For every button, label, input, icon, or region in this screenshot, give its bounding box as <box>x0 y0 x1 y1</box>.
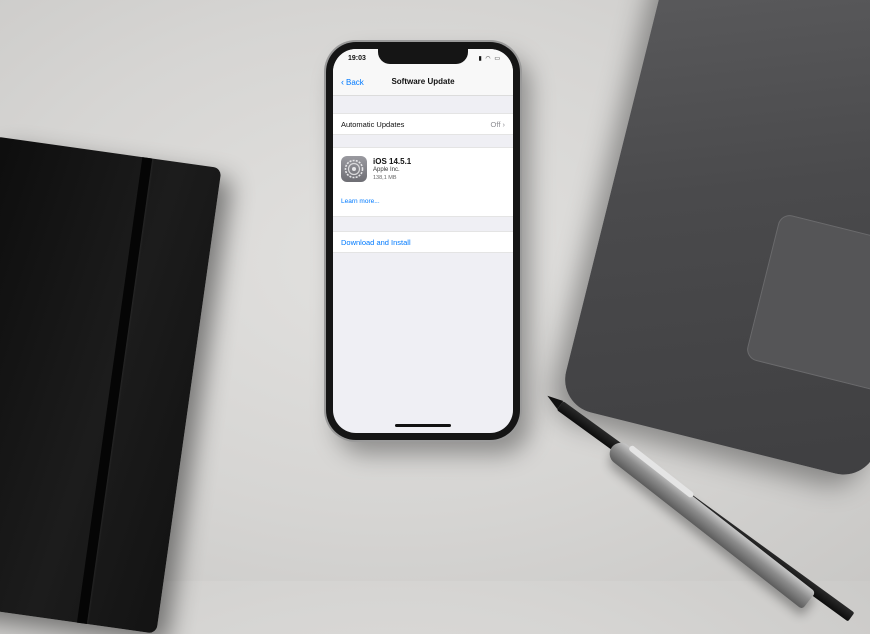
home-indicator[interactable] <box>395 424 451 427</box>
nav-bar: ‹ Back Software Update <box>333 71 513 96</box>
download-and-install-button[interactable]: Download and Install <box>333 231 513 253</box>
phone-notch <box>378 49 468 64</box>
update-vendor: Apple Inc. <box>373 167 400 173</box>
automatic-updates-label: Automatic Updates <box>341 120 405 129</box>
settings-gear-icon <box>341 156 367 182</box>
download-and-install-label: Download and Install <box>341 238 411 247</box>
automatic-updates-value: Off › <box>490 120 505 129</box>
automatic-updates-row[interactable]: Automatic Updates Off › <box>333 113 513 135</box>
notebook-elastic-band <box>76 157 153 624</box>
update-card: iOS 14.5.1 Apple Inc. 138,1 MB Learn mor… <box>333 147 513 217</box>
learn-more-link[interactable]: Learn more... <box>341 198 380 205</box>
laptop-trackpad <box>744 212 870 397</box>
page-title: Software Update <box>391 77 455 86</box>
notebook <box>0 136 222 634</box>
status-time: 19:03 <box>348 55 366 62</box>
phone: 19:03 ▮ ◠ ▭ ‹ Back Software Update Automa… <box>326 42 520 440</box>
laptop <box>557 0 870 482</box>
phone-screen: 19:03 ▮ ◠ ▭ ‹ Back Software Update Automa… <box>333 49 513 433</box>
update-size: 138,1 MB <box>373 175 397 181</box>
pen <box>605 438 816 610</box>
pen-clip <box>627 444 695 499</box>
pencil-tip <box>544 391 564 410</box>
update-name: iOS 14.5.1 <box>373 157 412 166</box>
status-icons: ▮ ◠ ▭ <box>478 56 501 62</box>
